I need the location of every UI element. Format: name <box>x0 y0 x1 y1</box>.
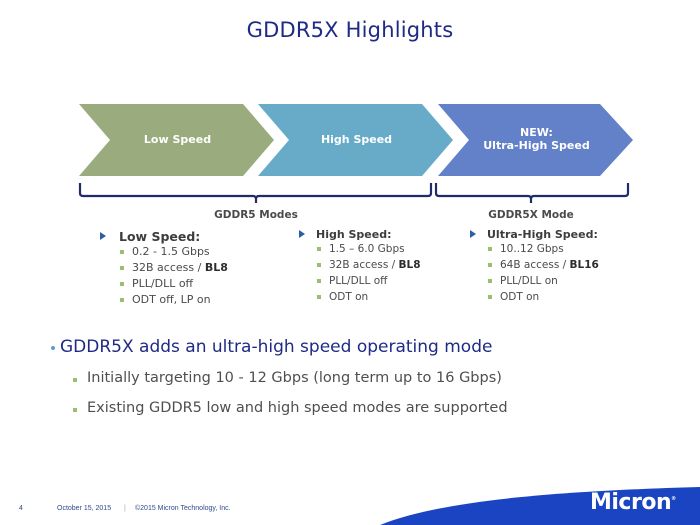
list-item: ODT on <box>317 289 421 305</box>
footer-separator: | <box>124 505 126 512</box>
footer-date: October 15, 2015 <box>57 505 112 512</box>
square-bullet-icon <box>488 263 492 267</box>
list-item: ODT off, LP on <box>120 292 228 308</box>
square-bullet-icon <box>120 282 124 286</box>
group-label-gddr5-modes: GDDR5 Modes <box>214 209 298 221</box>
square-bullet-icon <box>488 247 492 251</box>
triangle-bullet-icon <box>299 230 305 238</box>
bracket-gddr5-modes <box>78 183 433 203</box>
list-item: ODT on <box>488 289 599 305</box>
square-bullet-icon <box>488 279 492 283</box>
mode-column-high-speed: High Speed: 1.5 – 6.0 Gbps 32B access / … <box>299 228 421 305</box>
mode-heading: Low Speed: <box>100 229 228 244</box>
list-item: 0.2 - 1.5 Gbps <box>120 244 228 260</box>
footer-copyright: ©2015 Micron Technology, Inc. <box>135 505 231 512</box>
square-bullet-icon <box>120 250 124 254</box>
square-bullet-icon <box>317 263 321 267</box>
mode-heading: Ultra-High Speed: <box>470 228 599 241</box>
mode-item-list: 10..12 Gbps 64B access / BL16 PLL/DLL on… <box>487 241 599 305</box>
mode-item-list: 1.5 – 6.0 Gbps 32B access / BL8 PLL/DLL … <box>316 241 421 305</box>
sub-bullet: Existing GDDR5 low and high speed modes … <box>73 400 508 416</box>
list-item: 10..12 Gbps <box>488 241 599 257</box>
square-bullet-icon <box>120 266 124 270</box>
triangle-bullet-icon <box>470 230 476 238</box>
sub-bullet: Initially targeting 10 - 12 Gbps (long t… <box>73 370 502 386</box>
round-bullet-icon <box>51 346 55 350</box>
list-item: 32B access / BL8 <box>120 260 228 276</box>
group-label-gddr5x-mode: GDDR5X Mode <box>488 209 574 221</box>
main-bullet: GDDR5X adds an ultra-high speed operatin… <box>51 337 492 357</box>
chevron-label-ultra-high-speed: NEW: Ultra-High Speed <box>483 126 590 152</box>
list-item: 32B access / BL8 <box>317 257 421 273</box>
list-item: PLL/DLL on <box>488 273 599 289</box>
square-bullet-icon <box>73 378 77 382</box>
list-item: 64B access / BL16 <box>488 257 599 273</box>
mode-item-list: 0.2 - 1.5 Gbps 32B access / BL8 PLL/DLL … <box>119 244 228 308</box>
list-item: PLL/DLL off <box>120 276 228 292</box>
square-bullet-icon <box>120 298 124 302</box>
mode-column-ultra-high-speed: Ultra-High Speed: 10..12 Gbps 64B access… <box>470 228 599 305</box>
square-bullet-icon <box>73 408 77 412</box>
square-bullet-icon <box>317 279 321 283</box>
mode-heading: High Speed: <box>299 228 421 241</box>
square-bullet-icon <box>317 295 321 299</box>
mode-column-low-speed: Low Speed: 0.2 - 1.5 Gbps 32B access / B… <box>100 229 228 308</box>
triangle-bullet-icon <box>100 232 106 240</box>
bracket-gddr5x-mode <box>434 183 630 203</box>
list-item: 1.5 – 6.0 Gbps <box>317 241 421 257</box>
square-bullet-icon <box>317 247 321 251</box>
list-item: PLL/DLL off <box>317 273 421 289</box>
page-number: 4 <box>19 505 23 512</box>
chevron-label-low-speed: Low Speed <box>143 133 212 146</box>
chevron-label-high-speed: High Speed <box>320 133 393 146</box>
square-bullet-icon <box>488 295 492 299</box>
micron-logo: Micron® <box>590 490 676 515</box>
